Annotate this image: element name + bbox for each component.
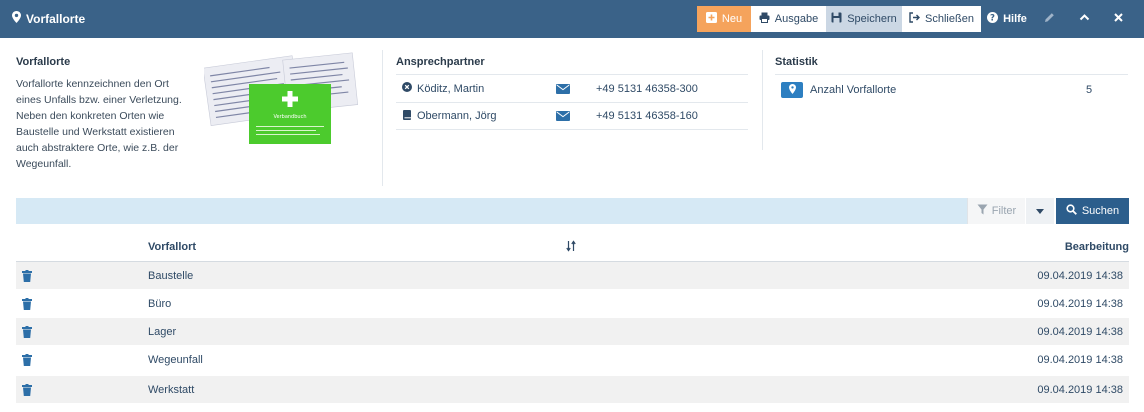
new-button-label: Neu — [721, 13, 743, 25]
app-title-text: Vorfallorte — [26, 12, 86, 26]
map-pin-icon — [788, 83, 796, 97]
help-button[interactable]: ? Hilfe — [985, 6, 1029, 32]
new-button[interactable]: Neu — [697, 6, 751, 32]
column-divider — [762, 50, 763, 150]
search-button-label: Suchen — [1081, 205, 1120, 217]
cell-date: 09.04.2019 14:38 — [1037, 354, 1123, 366]
contact-name-text: Obermann, Jörg — [417, 110, 497, 122]
column-header-date[interactable]: Bearbeitung — [1065, 241, 1129, 253]
app-title: Vorfallorte — [12, 0, 85, 38]
trash-icon[interactable] — [22, 384, 32, 396]
search-input[interactable] — [16, 198, 967, 224]
printer-icon — [759, 12, 770, 26]
map-pin-icon — [12, 0, 21, 38]
x-circle-icon — [402, 82, 412, 95]
table-row[interactable]: Baustelle 09.04.2019 14:38 — [16, 262, 1129, 290]
filter-dropdown-button[interactable] — [1026, 198, 1054, 224]
cell-name: Büro — [148, 298, 172, 310]
stat-badge — [781, 82, 803, 98]
info-description: Vorfallorte kennzeichnen den Ort eines U… — [16, 78, 182, 170]
sign-out-icon — [909, 12, 921, 26]
search-button[interactable]: Suchen — [1056, 198, 1129, 224]
contacts-title: Ansprechpartner — [396, 56, 485, 68]
stats-title: Statistik — [775, 56, 818, 68]
question-circle-icon: ? — [987, 12, 999, 26]
table-row[interactable]: Werkstatt 09.04.2019 14:38 — [16, 376, 1129, 404]
edit-button[interactable] — [1036, 6, 1062, 32]
contact-row: Obermann, Jörg +49 5131 46358-160 — [396, 102, 748, 130]
column-header-name[interactable]: Vorfallort — [148, 241, 196, 253]
cell-date: 09.04.2019 14:38 — [1037, 326, 1123, 338]
illustration-caption: Verbandbuch — [273, 114, 306, 120]
caret-down-icon — [1036, 205, 1044, 217]
cell-date: 09.04.2019 14:38 — [1037, 384, 1123, 396]
cell-name: Werkstatt — [148, 384, 195, 396]
verbandbuch-illustration: Verbandbuch — [202, 50, 364, 150]
search-icon — [1066, 204, 1077, 218]
close-view-button-label: Schließen — [925, 13, 974, 25]
svg-text:?: ? — [990, 14, 995, 23]
filter-button-label: Filter — [991, 205, 1017, 217]
cell-name: Wegeunfall — [148, 354, 203, 366]
stat-label: Anzahl Vorfallorte — [810, 84, 897, 96]
top-bar: Vorfallorte Neu Ausgabe Speichern Schlie… — [0, 0, 1144, 38]
table-row[interactable]: Lager 09.04.2019 14:38 — [16, 318, 1129, 346]
table-row[interactable]: Büro 09.04.2019 14:38 — [16, 290, 1129, 318]
collapse-button[interactable] — [1071, 6, 1097, 32]
trash-icon[interactable] — [22, 326, 32, 338]
sort-icon[interactable] — [566, 240, 576, 252]
close-button[interactable] — [1105, 6, 1131, 32]
cell-date: 09.04.2019 14:38 — [1037, 298, 1123, 310]
table-row[interactable]: Wegeunfall 09.04.2019 14:38 — [16, 346, 1129, 374]
trash-icon[interactable] — [22, 354, 32, 366]
envelope-icon[interactable] — [556, 111, 570, 121]
book-icon — [402, 109, 412, 123]
column-divider — [382, 50, 383, 186]
save-button[interactable]: Speichern — [826, 6, 902, 32]
funnel-icon — [977, 204, 988, 218]
contact-name[interactable]: Köditz, Martin — [402, 82, 484, 95]
help-button-label: Hilfe — [1003, 13, 1027, 25]
contact-row: Köditz, Martin +49 5131 46358-300 — [396, 74, 748, 102]
contact-phone: +49 5131 46358-160 — [596, 110, 698, 122]
stat-value: 5 — [1086, 84, 1093, 96]
contact-phone: +49 5131 46358-300 — [596, 82, 698, 95]
trash-icon[interactable] — [22, 270, 32, 282]
output-button[interactable]: Ausgabe — [751, 6, 826, 32]
contact-name[interactable]: Obermann, Jörg — [402, 109, 497, 123]
cell-date: 09.04.2019 14:38 — [1037, 270, 1123, 282]
floppy-disk-icon — [831, 12, 842, 26]
envelope-icon[interactable] — [556, 83, 570, 94]
trash-icon[interactable] — [22, 298, 32, 310]
save-button-label: Speichern — [847, 13, 897, 25]
filter-button[interactable]: Filter — [967, 198, 1025, 224]
pencil-icon — [1044, 12, 1055, 26]
info-title: Vorfallorte — [16, 56, 71, 68]
chevron-up-icon — [1079, 12, 1090, 26]
contact-name-text: Köditz, Martin — [417, 82, 485, 95]
stat-row: Anzahl Vorfallorte 5 — [775, 74, 1128, 104]
cell-name: Lager — [148, 326, 177, 338]
output-button-label: Ausgabe — [774, 13, 819, 25]
close-view-button[interactable]: Schließen — [902, 6, 981, 32]
close-icon — [1113, 12, 1124, 26]
plus-square-icon — [705, 12, 717, 26]
cell-name: Baustelle — [148, 270, 194, 282]
